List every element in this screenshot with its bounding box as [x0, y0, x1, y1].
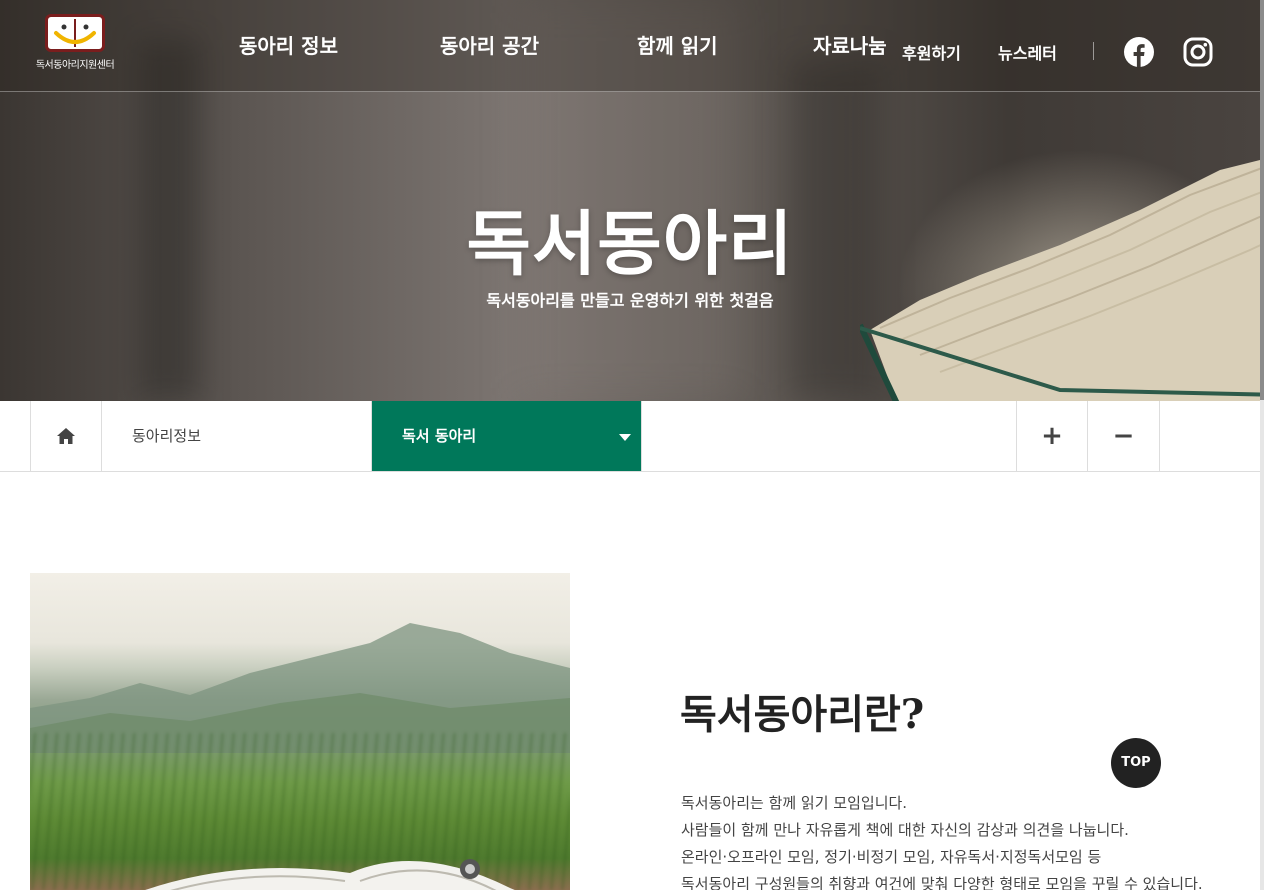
breadcrumb-category[interactable]: 동아리정보 — [102, 401, 372, 471]
zoom-in-button[interactable]: + — [1016, 401, 1088, 471]
nav-sponsor[interactable]: 후원하기 — [902, 40, 961, 64]
hero-title: 독서동아리 — [466, 202, 794, 285]
page-scrollbar[interactable] — [1260, 0, 1264, 890]
zoom-out-button[interactable]: − — [1088, 401, 1160, 471]
breadcrumb-current-label: 독서 동아리 — [402, 427, 477, 445]
minus-icon: − — [1112, 421, 1135, 451]
nav-club-space[interactable]: 동아리 공간 — [440, 30, 539, 59]
about-line: 독서동아리 구성원들의 취향과 여건에 맞춰 다양한 형태로 모임을 꾸릴 수 … — [681, 875, 1203, 890]
caret-down-icon — [619, 434, 631, 441]
about-description: 독서동아리는 함께 읽기 모임입니다. 사람들이 함께 만나 자유롭게 책에 대… — [681, 790, 1203, 890]
about-line: 온라인·오프라인 모임, 정기·비정기 모임, 자유독서·지정독서모임 등 — [681, 848, 1102, 866]
nav-club-info[interactable]: 동아리 정보 — [239, 30, 338, 59]
about-photo — [30, 573, 570, 890]
smile-logo-icon — [54, 19, 96, 47]
instagram-icon[interactable] — [1183, 37, 1213, 67]
breadcrumb-current-dropdown[interactable]: 독서 동아리 — [372, 401, 642, 471]
plus-icon: + — [1041, 421, 1063, 451]
facebook-icon[interactable] — [1124, 37, 1154, 67]
logo-text: 독서동아리지원센터 — [35, 60, 115, 71]
mountain-image — [30, 623, 570, 753]
scroll-top-button[interactable]: TOP — [1111, 738, 1161, 788]
about-line: 사람들이 함께 만나 자유롭게 책에 대한 자신의 감상과 의견을 나눕니다. — [681, 821, 1129, 839]
nav-newsletter[interactable]: 뉴스레터 — [998, 40, 1057, 64]
breadcrumb-home[interactable] — [30, 401, 102, 471]
nav-read-together[interactable]: 함께 읽기 — [637, 30, 718, 59]
site-logo[interactable]: 독서동아리지원센터 — [28, 14, 122, 72]
open-book-image — [145, 859, 515, 890]
hero-subtitle: 독서동아리를 만들고 운영하기 위한 첫걸음 — [486, 291, 774, 310]
site-header: 독서동아리지원센터 동아리 정보 동아리 공간 함께 읽기 자료나눔 후원하기 … — [0, 0, 1260, 92]
nav-divider — [1093, 42, 1094, 60]
breadcrumb: 동아리정보 독서 동아리 + − — [0, 401, 1260, 472]
scrollbar-thumb[interactable] — [1260, 0, 1264, 400]
nav-resources[interactable]: 자료나눔 — [813, 30, 887, 59]
logo-mark — [45, 14, 105, 52]
home-icon — [57, 428, 75, 444]
about-title: 독서동아리란? — [680, 691, 925, 738]
about-line: 독서동아리는 함께 읽기 모임입니다. — [681, 794, 908, 812]
